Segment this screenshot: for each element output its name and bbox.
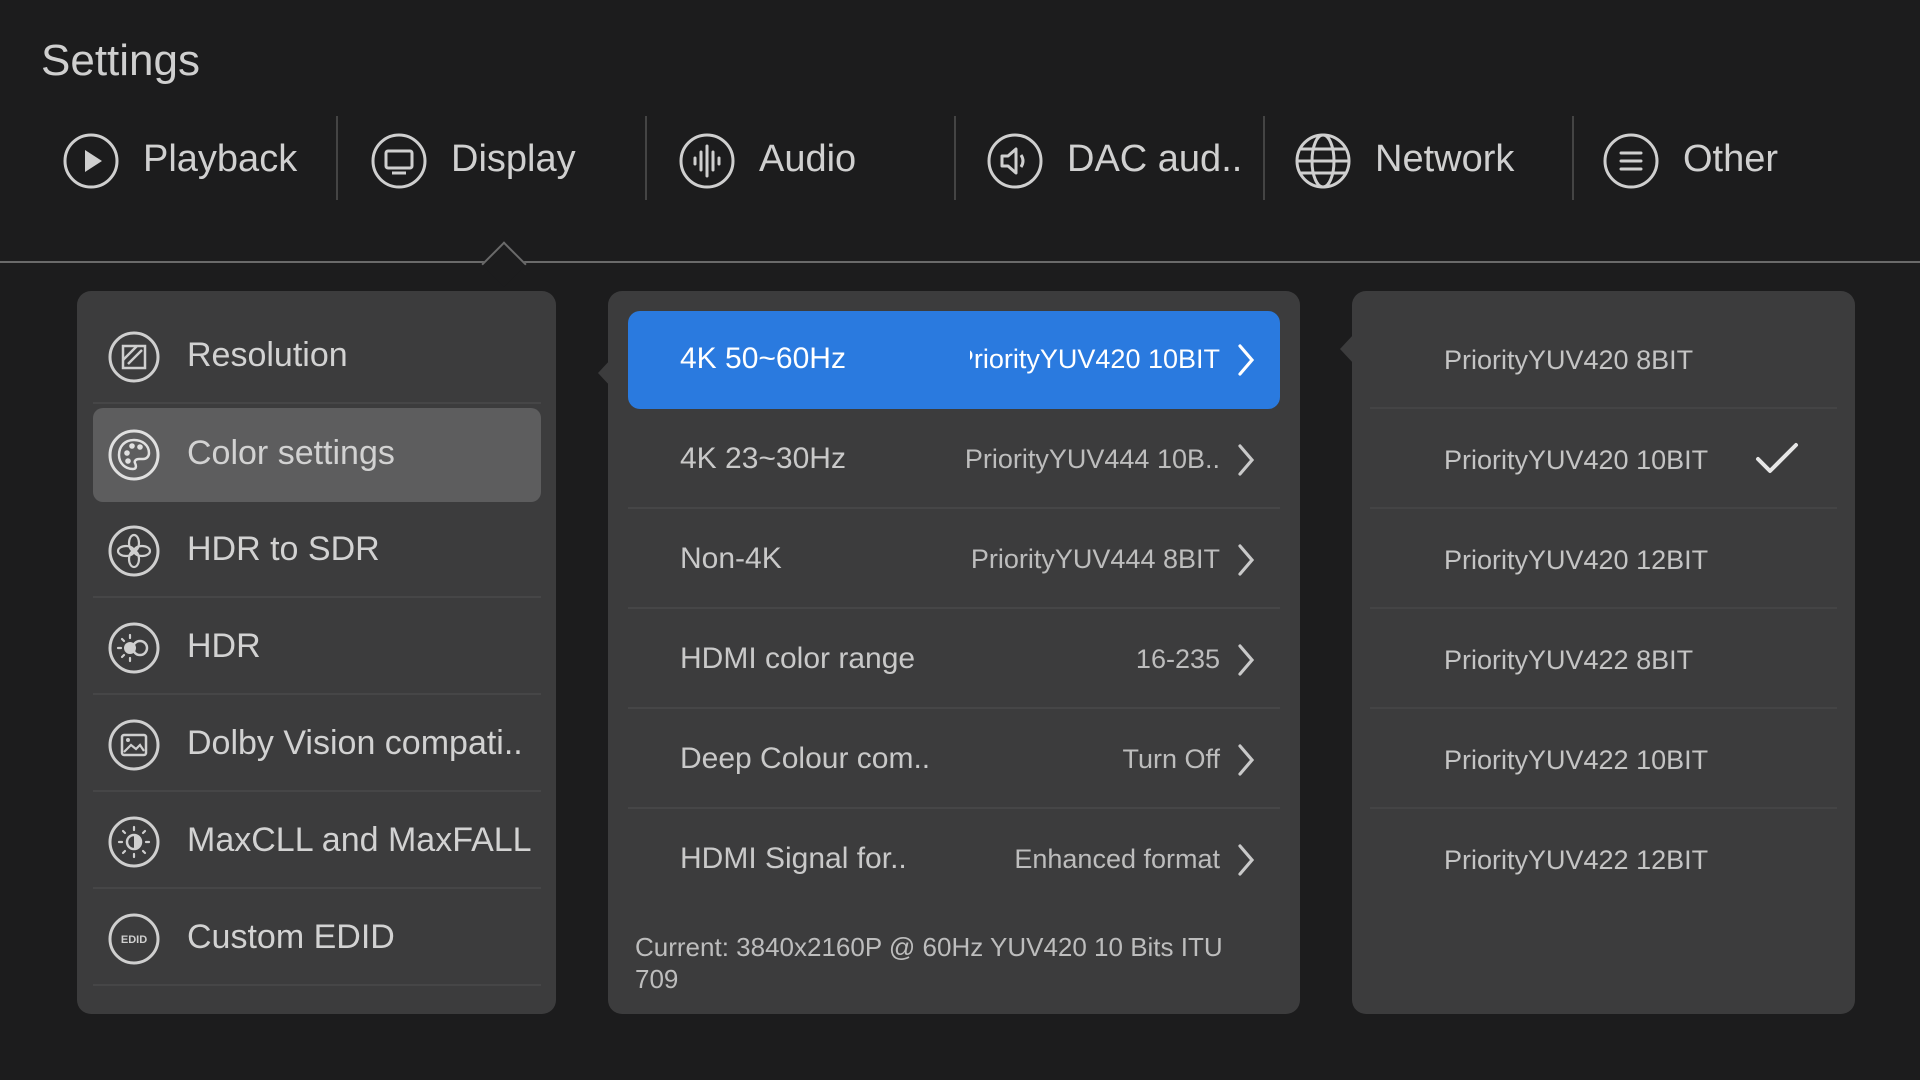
play-icon bbox=[63, 133, 119, 189]
option-label: 4K 50~60Hz bbox=[680, 342, 846, 375]
sidebar-item-label: HDR bbox=[187, 627, 261, 665]
value-option[interactable]: PriorityYUV420 10BIT bbox=[1370, 411, 1837, 509]
option-value: Turn Off bbox=[1122, 744, 1220, 774]
sidebar-item-custom-edid[interactable]: EDID Custom EDID bbox=[93, 892, 541, 986]
tab-label: Network bbox=[1375, 138, 1515, 180]
active-tab-indicator bbox=[481, 241, 527, 287]
value-option-label: PriorityYUV420 12BIT bbox=[1444, 545, 1709, 575]
color-settings-panel: 4K 50~60Hz PriorityYUV420 10BIT 4K 23~30… bbox=[608, 291, 1300, 1014]
tab-underline bbox=[0, 261, 1920, 263]
top-tabs: Playback Display Audio DAC aud.. Network… bbox=[0, 116, 1920, 206]
option-label: HDMI color range bbox=[680, 642, 916, 675]
option-value: 16-235 bbox=[1135, 644, 1220, 674]
option-hdmi-color-range[interactable]: HDMI color range 16-235 bbox=[628, 611, 1280, 709]
chevron-right-icon bbox=[1238, 744, 1255, 776]
option-value: Enhanced format bbox=[1014, 844, 1220, 874]
tab-divider bbox=[1572, 116, 1574, 200]
option-deep-colour[interactable]: Deep Colour com.. Turn Off bbox=[628, 711, 1280, 809]
value-option[interactable]: PriorityYUV422 12BIT bbox=[1370, 811, 1837, 909]
tab-divider bbox=[336, 116, 338, 200]
option-value: PriorityYUV420 10BIT bbox=[970, 344, 1220, 374]
sidebar-item-label: Resolution bbox=[187, 336, 348, 374]
sidebar-item-label: Custom EDID bbox=[187, 918, 395, 956]
checkmark-icon bbox=[1756, 443, 1798, 473]
sidebar-item-label: Dolby Vision compati.. bbox=[187, 724, 523, 762]
value-option-label: PriorityYUV420 10BIT bbox=[1444, 445, 1709, 475]
sidebar-item-color-settings[interactable]: Color settings bbox=[93, 408, 541, 502]
brightness-icon bbox=[108, 816, 160, 868]
chevron-right-icon bbox=[1238, 544, 1255, 576]
palette-icon bbox=[108, 429, 160, 481]
resolution-icon bbox=[108, 331, 160, 383]
chevron-right-icon bbox=[1238, 844, 1255, 876]
image-icon bbox=[108, 719, 160, 771]
option-hdmi-signal-format[interactable]: HDMI Signal for.. Enhanced format bbox=[628, 811, 1280, 909]
audio-wave-icon bbox=[679, 133, 735, 189]
chevron-right-icon bbox=[1238, 444, 1255, 476]
hdr-icon bbox=[108, 622, 160, 674]
option-4k-23-30hz[interactable]: 4K 23~30Hz PriorityYUV444 10B.. bbox=[628, 411, 1280, 509]
value-option-label: PriorityYUV422 8BIT bbox=[1444, 645, 1694, 675]
sidebar-item-label: HDR to SDR bbox=[187, 530, 380, 568]
edid-icon: EDID bbox=[108, 913, 160, 965]
tab-label: DAC aud.. bbox=[1067, 138, 1243, 180]
tab-display[interactable]: Display bbox=[350, 116, 658, 206]
tab-label: Other bbox=[1683, 138, 1779, 180]
tab-dac-audio[interactable]: DAC aud.. bbox=[966, 116, 1274, 206]
tab-divider bbox=[645, 116, 647, 200]
tab-audio[interactable]: Audio bbox=[658, 116, 966, 206]
value-option-label: PriorityYUV420 8BIT bbox=[1444, 345, 1694, 375]
page-title: Settings bbox=[41, 36, 200, 85]
menu-icon bbox=[1603, 133, 1659, 189]
value-option[interactable]: PriorityYUV420 8BIT bbox=[1370, 311, 1837, 409]
tab-label: Display bbox=[451, 138, 576, 180]
option-label: Deep Colour com.. bbox=[680, 742, 931, 775]
sidebar-item-label: MaxCLL and MaxFALL bbox=[187, 821, 532, 859]
current-signal-line: 709 bbox=[635, 964, 679, 994]
option-non-4k[interactable]: Non-4K PriorityYUV444 8BIT bbox=[628, 511, 1280, 609]
current-signal-line: Current: 3840x2160P @ 60Hz YUV420 10 Bit… bbox=[635, 932, 1223, 962]
globe-icon bbox=[1295, 133, 1351, 189]
value-option-label: PriorityYUV422 12BIT bbox=[1444, 845, 1709, 875]
option-value: PriorityYUV444 8BIT bbox=[970, 544, 1220, 574]
option-label: Non-4K bbox=[680, 542, 782, 575]
svg-text:EDID: EDID bbox=[121, 934, 147, 946]
chevron-right-icon bbox=[1238, 344, 1255, 376]
current-signal-info: Current: 3840x2160P @ 60Hz YUV420 10 Bit… bbox=[635, 931, 1255, 995]
option-label: 4K 23~30Hz bbox=[680, 442, 846, 475]
tab-other[interactable]: Other bbox=[1582, 116, 1890, 206]
option-4k-50-60hz[interactable]: 4K 50~60Hz PriorityYUV420 10BIT bbox=[628, 311, 1280, 409]
tab-label: Audio bbox=[759, 138, 857, 180]
sidebar-item-label: Color settings bbox=[187, 434, 395, 472]
aperture-icon bbox=[108, 525, 160, 577]
tab-playback[interactable]: Playback bbox=[42, 116, 350, 206]
settings-category-panel: Resolution Color settings HDR to SDR HDR… bbox=[77, 291, 556, 1014]
sidebar-item-resolution[interactable]: Resolution bbox=[93, 310, 541, 404]
option-label: HDMI Signal for.. bbox=[680, 842, 907, 875]
chevron-right-icon bbox=[1238, 644, 1255, 676]
tab-network[interactable]: Network bbox=[1274, 116, 1582, 206]
monitor-icon bbox=[371, 133, 427, 189]
value-option[interactable]: PriorityYUV422 8BIT bbox=[1370, 611, 1837, 709]
option-value: PriorityYUV444 10B.. bbox=[964, 444, 1220, 474]
sidebar-item-hdr[interactable]: HDR bbox=[93, 601, 541, 695]
value-options-panel: PriorityYUV420 8BIT PriorityYUV420 10BIT… bbox=[1352, 291, 1855, 1014]
value-option[interactable]: PriorityYUV422 10BIT bbox=[1370, 711, 1837, 809]
tab-divider bbox=[954, 116, 956, 200]
speaker-icon bbox=[987, 133, 1043, 189]
sidebar-item-hdr-to-sdr[interactable]: HDR to SDR bbox=[93, 504, 541, 598]
value-option[interactable]: PriorityYUV420 12BIT bbox=[1370, 511, 1837, 609]
sidebar-item-dolby-vision[interactable]: Dolby Vision compati.. bbox=[93, 698, 541, 792]
tab-divider bbox=[1263, 116, 1265, 200]
value-option-label: PriorityYUV422 10BIT bbox=[1444, 745, 1709, 775]
sidebar-item-maxcll-maxfall[interactable]: MaxCLL and MaxFALL bbox=[93, 795, 541, 889]
tab-label: Playback bbox=[143, 138, 298, 180]
